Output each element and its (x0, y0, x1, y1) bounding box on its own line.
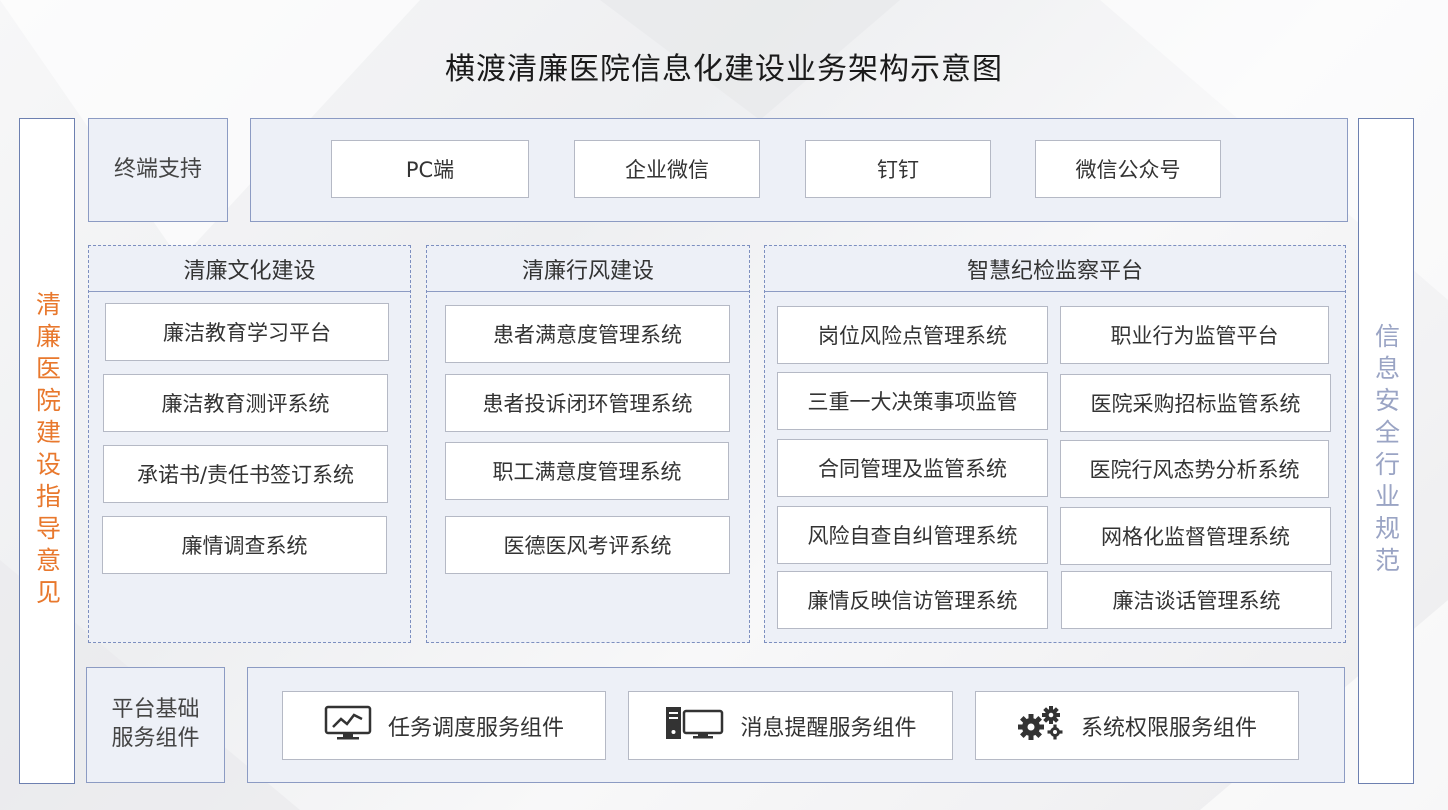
service-system-permission[interactable]: 系统权限服务组件 (975, 691, 1299, 760)
platform-label-line1: 平台基础 (111, 697, 200, 723)
culture-item-1[interactable]: 廉洁教育学习平台 (105, 303, 389, 361)
right-sidebar: 信息安全行业规范 (1358, 118, 1414, 784)
supervision-left-item-4[interactable]: 风险自查自纠管理系统 (777, 506, 1048, 564)
monitor-chart-icon (324, 705, 372, 747)
culture-item-4[interactable]: 廉情调查系统 (102, 516, 387, 574)
conduct-item-3[interactable]: 职工满意度管理系统 (445, 442, 729, 500)
service-task-scheduling[interactable]: 任务调度服务组件 (282, 691, 606, 760)
supervision-left-item-5[interactable]: 廉情反映信访管理系统 (777, 571, 1048, 629)
service-system-permission-label: 系统权限服务组件 (1080, 715, 1257, 741)
service-task-scheduling-label: 任务调度服务组件 (387, 715, 564, 741)
gears-icon (1017, 705, 1065, 747)
left-sidebar: 清廉医院建设指导意见 (19, 118, 75, 784)
right-sidebar-label: 信息安全行业规范 (1371, 323, 1401, 579)
conduct-item-4[interactable]: 医德医风考评系统 (445, 516, 730, 574)
conduct-item-1[interactable]: 患者满意度管理系统 (445, 305, 730, 363)
conduct-item-2[interactable]: 患者投诉闭环管理系统 (445, 374, 730, 432)
diagram-title: 横渡清廉医院信息化建设业务架构示意图 (445, 52, 1003, 87)
supervision-right-item-3[interactable]: 医院行风态势分析系统 (1060, 440, 1329, 498)
culture-item-2[interactable]: 廉洁教育测评系统 (103, 374, 388, 432)
terminal-item-wecom[interactable]: 企业微信 (574, 140, 760, 198)
left-sidebar-label: 清廉医院建设指导意见 (32, 291, 62, 611)
service-message-reminder-label: 消息提醒服务组件 (740, 715, 917, 741)
supervision-right-item-2[interactable]: 医院采购招标监管系统 (1060, 374, 1331, 432)
terminal-item-pc[interactable]: PC端 (331, 140, 529, 198)
platform-label-line2: 服务组件 (111, 726, 200, 751)
supervision-right-item-5[interactable]: 廉洁谈话管理系统 (1061, 571, 1332, 629)
terminal-item-wechat-official[interactable]: 微信公众号 (1035, 140, 1221, 198)
supervision-left-item-1[interactable]: 岗位风险点管理系统 (777, 306, 1048, 364)
server-monitor-icon (664, 705, 724, 747)
supervision-right-item-1[interactable]: 职业行为监管平台 (1060, 306, 1329, 364)
terminal-item-dingtalk[interactable]: 钉钉 (805, 140, 991, 198)
supervision-left-item-3[interactable]: 合同管理及监管系统 (777, 439, 1048, 497)
supervision-left-item-2[interactable]: 三重一大决策事项监管 (777, 372, 1048, 430)
platform-label: 平台基础 服务组件 (86, 667, 225, 783)
terminal-label: 终端支持 (88, 118, 228, 222)
culture-item-3[interactable]: 承诺书/责任书签订系统 (103, 445, 388, 503)
section-culture-title: 清廉文化建设 (89, 246, 410, 292)
supervision-right-item-4[interactable]: 网格化监督管理系统 (1060, 507, 1331, 565)
service-message-reminder[interactable]: 消息提醒服务组件 (628, 691, 953, 760)
section-supervision-title: 智慧纪检监察平台 (765, 246, 1345, 292)
section-conduct-title: 清廉行风建设 (427, 246, 749, 292)
